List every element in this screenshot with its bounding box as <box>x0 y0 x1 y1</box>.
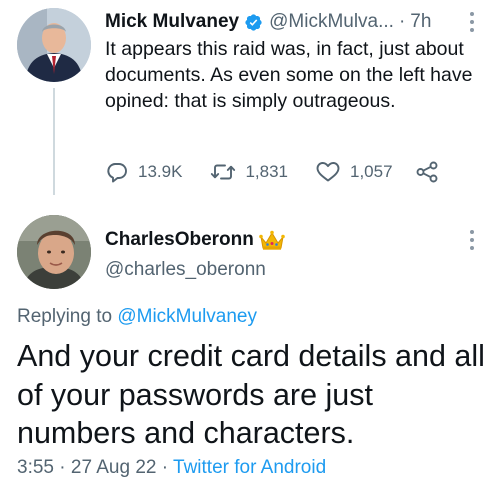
share-button[interactable] <box>415 160 439 184</box>
meta-separator: · <box>59 457 66 478</box>
thread-line <box>53 88 55 195</box>
avatar-charles-oberonn[interactable] <box>17 215 91 289</box>
replying-to: Replying to @MickMulvaney <box>17 306 257 328</box>
verified-badge-icon <box>245 13 262 31</box>
more-options-icon[interactable] <box>469 230 475 250</box>
meta-separator: · <box>161 457 169 478</box>
retweet-button[interactable]: 1,831 <box>210 160 288 184</box>
heart-icon <box>316 162 340 182</box>
reply-author-handle[interactable]: @charles_oberonn <box>105 259 266 281</box>
crown-icon <box>259 230 285 250</box>
author-name[interactable]: Mick Mulvaney <box>105 11 239 33</box>
parent-tweet[interactable]: Mick Mulvaney @MickMulva... · 7h It appe… <box>0 0 500 200</box>
reply-tweet-header: CharlesOberonn <box>105 227 285 253</box>
tweet-source[interactable]: Twitter for Android <box>173 457 326 478</box>
replying-to-mention[interactable]: @MickMulvaney <box>117 306 257 327</box>
retweet-icon <box>211 164 236 180</box>
more-options-icon[interactable] <box>469 12 475 32</box>
tweet-meta: 3:55 · 27 Aug 22 · Twitter for Android <box>17 457 326 479</box>
replying-to-label: Replying to <box>17 306 113 327</box>
reply-tweet-text: And your credit card details and all of … <box>17 339 485 450</box>
tweet-text: It appears this raid was, in fact, just … <box>105 38 473 112</box>
like-count: 1,057 <box>349 162 393 181</box>
avatar-mick-mulvaney[interactable] <box>17 8 91 82</box>
tweet-time[interactable]: 3:55 <box>17 457 54 478</box>
reply-count: 13.9K <box>138 162 183 181</box>
tweet-actions: 13.9K 1,831 1,057 <box>105 158 439 186</box>
author-handle[interactable]: @MickMulva... <box>269 11 394 33</box>
parent-tweet-header: Mick Mulvaney @MickMulva... · 7h <box>105 9 431 35</box>
retweet-count: 1,831 <box>245 162 288 181</box>
share-icon <box>416 161 437 183</box>
reply-author-name[interactable]: CharlesOberonn <box>105 229 254 251</box>
tweet-time[interactable]: 7h <box>410 11 431 33</box>
reply-icon <box>107 163 127 183</box>
timestamp-separator: · <box>398 11 406 32</box>
tweet-date[interactable]: 27 Aug 22 <box>71 457 157 478</box>
reply-button[interactable]: 13.9K <box>105 160 182 184</box>
like-button[interactable]: 1,057 <box>315 160 393 184</box>
